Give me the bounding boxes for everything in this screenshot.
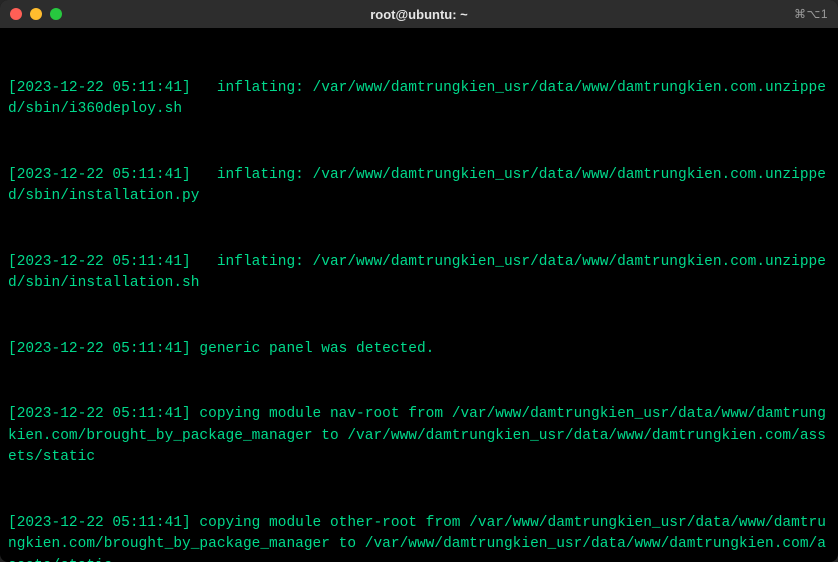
terminal-line: [2023-12-22 05:11:41] copying module oth…: [8, 513, 830, 562]
terminal-line: [2023-12-22 05:11:41] inflating: /var/ww…: [8, 252, 830, 296]
window-controls: [10, 8, 62, 20]
maximize-icon[interactable]: [50, 8, 62, 20]
terminal-window: root@ubuntu: ~ ⌘⌥1 [2023-12-22 05:11:41]…: [0, 0, 838, 562]
window-title: root@ubuntu: ~: [0, 7, 838, 22]
terminal-output[interactable]: [2023-12-22 05:11:41] inflating: /var/ww…: [0, 28, 838, 562]
window-shortcut-label: ⌘⌥1: [794, 7, 828, 21]
terminal-line: [2023-12-22 05:11:41] copying module nav…: [8, 404, 830, 469]
terminal-line: [2023-12-22 05:11:41] inflating: /var/ww…: [8, 165, 830, 209]
minimize-icon[interactable]: [30, 8, 42, 20]
titlebar: root@ubuntu: ~ ⌘⌥1: [0, 0, 838, 28]
terminal-line: [2023-12-22 05:11:41] generic panel was …: [8, 339, 830, 361]
close-icon[interactable]: [10, 8, 22, 20]
terminal-line: [2023-12-22 05:11:41] inflating: /var/ww…: [8, 78, 830, 122]
